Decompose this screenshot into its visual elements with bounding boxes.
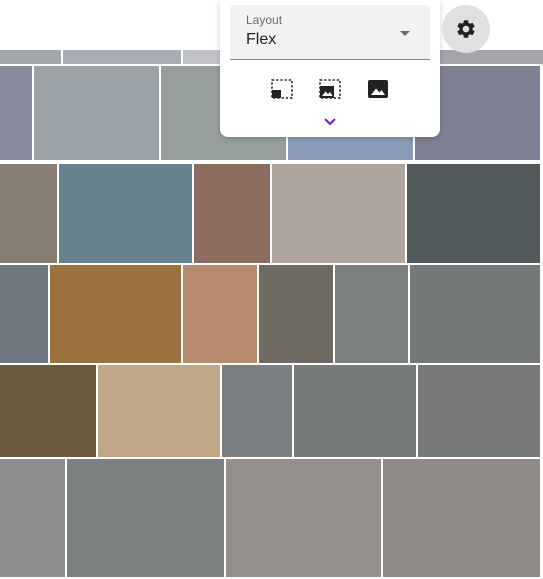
image-tile[interactable] — [34, 66, 159, 160]
image-tile[interactable] — [407, 164, 540, 263]
image-tile[interactable] — [410, 265, 540, 363]
image-tile[interactable] — [0, 66, 32, 160]
settings-button[interactable] — [442, 5, 490, 53]
image-tile[interactable] — [418, 365, 540, 457]
medium-image-size-button[interactable] — [317, 76, 343, 102]
layout-select[interactable]: Layout Flex — [230, 5, 430, 60]
image-tile[interactable] — [335, 265, 408, 363]
medium-image-icon — [319, 79, 341, 99]
image-tile[interactable] — [194, 164, 270, 263]
image-tile[interactable] — [183, 265, 257, 363]
image-tile[interactable] — [226, 459, 381, 577]
large-image-icon — [368, 80, 388, 98]
image-tile[interactable] — [0, 265, 48, 363]
image-tile[interactable] — [59, 164, 192, 263]
gear-icon — [457, 20, 475, 38]
image-tile[interactable] — [50, 265, 181, 363]
layout-options-panel: Layout Flex — [220, 0, 440, 137]
layout-select-value: Flex — [246, 31, 277, 48]
layout-select-label: Layout — [246, 13, 283, 27]
image-tile[interactable] — [67, 459, 224, 577]
large-image-size-button[interactable] — [365, 76, 391, 102]
image-tile[interactable] — [0, 365, 96, 457]
small-image-icon — [271, 79, 293, 99]
image-tile[interactable] — [294, 365, 416, 457]
image-tile[interactable] — [63, 50, 181, 64]
small-image-size-button[interactable] — [269, 76, 295, 102]
expand-options-button[interactable] — [320, 114, 340, 130]
image-tile[interactable] — [383, 459, 540, 577]
dropdown-arrow-icon — [400, 31, 410, 36]
image-tile[interactable] — [0, 50, 61, 64]
image-tile[interactable] — [259, 265, 333, 363]
chevron-down-icon — [324, 118, 336, 126]
image-tile[interactable] — [98, 365, 220, 457]
image-tile[interactable] — [0, 164, 57, 263]
image-tile[interactable] — [0, 459, 65, 577]
image-tile[interactable] — [272, 164, 405, 263]
image-tile[interactable] — [222, 365, 292, 457]
